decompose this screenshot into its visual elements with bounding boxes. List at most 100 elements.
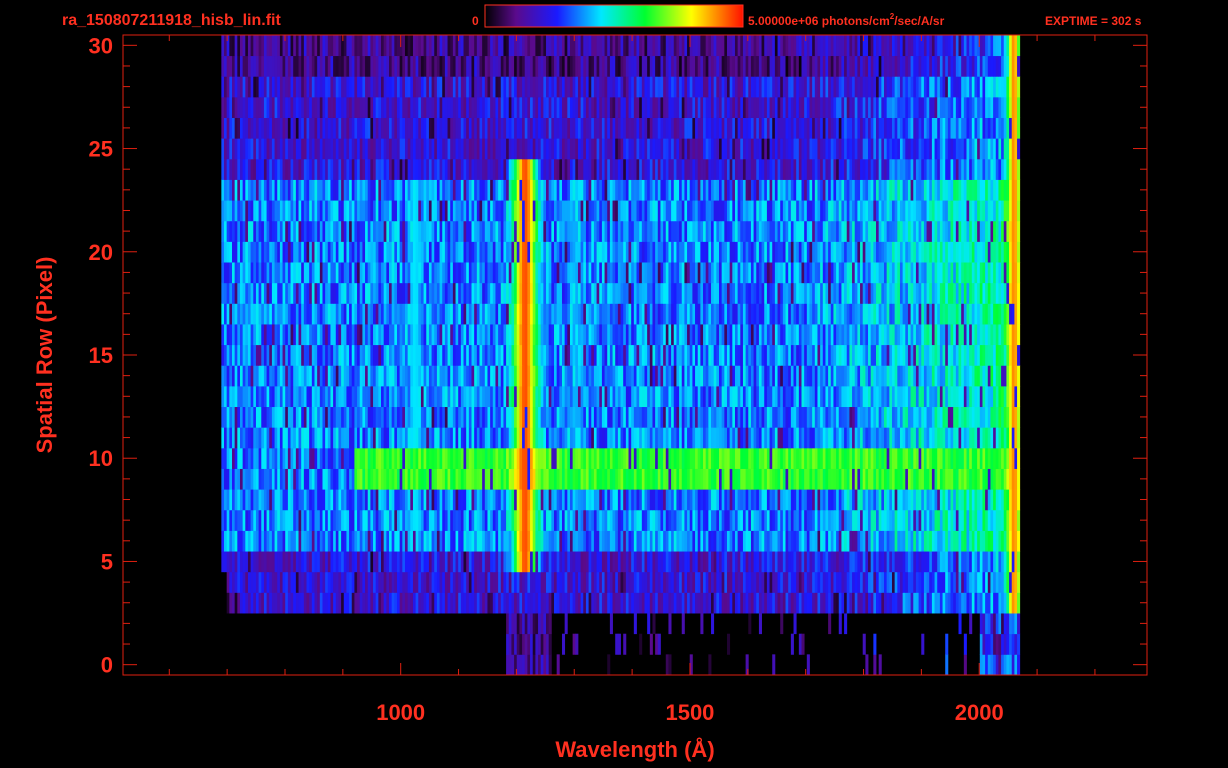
heatmap-cell	[918, 406, 922, 428]
heatmap-cell	[487, 468, 491, 490]
heatmap-cell	[543, 447, 547, 469]
heatmap-cell	[258, 530, 262, 552]
heatmap-cell	[309, 303, 313, 325]
heatmap-cell	[247, 509, 252, 531]
heatmap-cell	[396, 571, 401, 593]
heatmap-cell	[343, 592, 347, 614]
heatmap-cell	[673, 551, 677, 573]
heatmap-cell	[950, 282, 954, 304]
heatmap-cell	[607, 654, 611, 675]
heatmap-cell	[519, 427, 523, 449]
heatmap-cell	[713, 303, 717, 325]
heatmap-cell	[785, 592, 789, 614]
heatmap-cell	[341, 530, 345, 552]
heatmap-cell	[897, 447, 901, 469]
heatmap-cell	[287, 530, 291, 552]
heatmap-cell	[330, 447, 334, 469]
heatmap-cell	[407, 303, 411, 325]
heatmap-cell	[825, 489, 829, 511]
heatmap-cell	[745, 509, 749, 531]
heatmap-cell	[679, 530, 683, 552]
heatmap-cell	[801, 282, 805, 304]
heatmap-cell	[1014, 613, 1018, 635]
heatmap-cell	[569, 303, 574, 325]
heatmap-cell	[713, 509, 717, 531]
heatmap-cell	[793, 530, 797, 552]
heatmap-cell	[995, 303, 999, 325]
heatmap-cell	[737, 489, 741, 511]
heatmap-cell	[929, 509, 933, 531]
heatmap-cell	[378, 303, 382, 325]
heatmap-cell	[750, 324, 754, 346]
heatmap-cell	[782, 447, 786, 469]
heatmap-cell	[899, 571, 904, 593]
heatmap-cell	[253, 551, 257, 573]
heatmap-cell	[370, 551, 374, 573]
heatmap-cell	[878, 571, 882, 593]
heatmap-cell	[279, 509, 283, 531]
heatmap-cell	[412, 489, 417, 511]
heatmap-cell	[953, 385, 957, 408]
heatmap-cell	[290, 406, 294, 428]
heatmap-cell	[439, 489, 443, 511]
heatmap-cell	[878, 592, 882, 614]
heatmap-cell	[522, 324, 526, 346]
heatmap-cell	[915, 447, 919, 469]
heatmap-cell	[381, 571, 385, 593]
heatmap-cell	[386, 489, 390, 511]
heatmap-cell	[466, 303, 470, 325]
heatmap-cell	[567, 365, 571, 387]
heatmap-cell	[961, 447, 965, 469]
heatmap-cell	[359, 468, 363, 490]
heatmap-cell	[508, 489, 512, 511]
heatmap-cell	[482, 344, 486, 366]
heatmap-cell	[495, 427, 499, 449]
heatmap-cell	[277, 489, 281, 511]
heatmap-cell	[865, 654, 869, 675]
heatmap-cell	[889, 365, 893, 387]
heatmap-cell	[977, 303, 981, 325]
heatmap-cell	[455, 571, 459, 593]
heatmap-cell	[431, 406, 435, 428]
heatmap-cell	[543, 571, 547, 593]
heatmap-cell	[647, 427, 651, 449]
heatmap-cell	[274, 365, 278, 387]
heatmap-cell	[516, 385, 520, 408]
heatmap-cell	[703, 427, 707, 449]
heatmap-cell	[516, 447, 520, 469]
heatmap-cell	[601, 571, 605, 593]
heatmap-cell	[575, 592, 579, 614]
heatmap-cell	[484, 344, 488, 366]
heatmap-cell	[817, 324, 821, 346]
heatmap-cell	[458, 365, 462, 387]
heatmap-cell	[631, 303, 635, 325]
heatmap-cell	[830, 427, 834, 449]
heatmap-cell	[639, 592, 643, 614]
heatmap-cell	[325, 551, 329, 573]
heatmap-cell	[860, 571, 864, 593]
heatmap-cell	[942, 365, 946, 387]
heatmap-cell	[761, 324, 765, 346]
heatmap-cell	[636, 530, 640, 552]
heatmap-cell	[580, 324, 584, 346]
heatmap-cell	[362, 551, 366, 573]
heatmap-cell	[333, 489, 337, 511]
heatmap-cell	[498, 324, 502, 346]
heatmap-cell	[780, 385, 784, 408]
heatmap-cell	[1017, 385, 1021, 408]
heatmap-cell	[546, 530, 550, 552]
heatmap-cell	[319, 385, 323, 408]
heatmap-cell	[777, 324, 781, 346]
heatmap-cell	[349, 427, 353, 449]
heatmap-cell	[687, 365, 691, 387]
heatmap-cell	[966, 303, 970, 325]
heatmap-cell	[993, 324, 997, 346]
heatmap-cell	[655, 633, 659, 655]
heatmap-cell	[274, 489, 278, 511]
heatmap-cell	[703, 303, 707, 325]
heatmap-cell	[452, 447, 456, 469]
heatmap-cell	[511, 633, 515, 655]
heatmap-cell	[748, 282, 752, 304]
heatmap-cell	[298, 551, 302, 573]
heatmap-cell	[681, 530, 685, 552]
